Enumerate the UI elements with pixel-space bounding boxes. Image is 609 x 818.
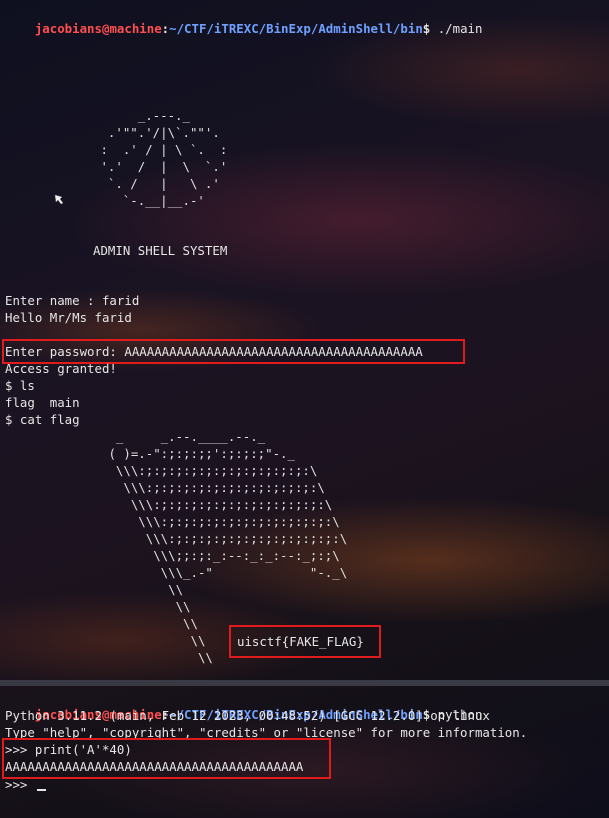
- prompt-path: ~/CTF/iTREXC/BinExp/AdminShell/bin: [169, 21, 423, 36]
- python-input-line[interactable]: >>>: [5, 776, 46, 793]
- output-line-hello: Hello Mr/Ms farid: [5, 310, 132, 325]
- flag-value: uisctf{FAKE_FLAG}: [237, 634, 364, 649]
- python-highlight-box: [2, 738, 331, 779]
- text-cursor: [36, 789, 46, 791]
- repl-prompt: >>>: [5, 777, 35, 792]
- mouse-pointer-icon: [54, 194, 64, 205]
- output-line-name: Enter name : farid: [5, 293, 140, 308]
- prompt-command: ./main: [437, 21, 483, 36]
- output-line-files: flag main: [5, 395, 80, 410]
- top-terminal-pane[interactable]: jacobians@machine:~/CTF/iTREXC/BinExp/Ad…: [0, 0, 609, 680]
- python-version-line: Python 3.11.2 (main, Feb 12 2023, 00:48:…: [5, 708, 490, 723]
- prompt-symbol: $: [422, 21, 431, 36]
- output-line-ls: $ ls: [5, 378, 35, 393]
- output-line-access: Access granted!: [5, 361, 117, 376]
- banner-ascii-art: _.---._ .'"".'/|\`.""'. : .' / | \ `. : …: [100, 108, 228, 208]
- banner-title: ADMIN SHELL SYSTEM: [93, 243, 228, 258]
- bottom-terminal-pane[interactable]: jacobians@machine:~/CTF/iTREXC/BinExp/Ad…: [0, 686, 609, 818]
- shell-prompt-line: jacobians@machine:~/CTF/iTREXC/BinExp/Ad…: [5, 689, 483, 722]
- shell-prompt-line: jacobians@machine:~/CTF/iTREXC/BinExp/Ad…: [5, 3, 483, 36]
- prompt-user-host: jacobians@machine: [34, 21, 162, 36]
- output-line-cat: $ cat flag: [5, 412, 80, 427]
